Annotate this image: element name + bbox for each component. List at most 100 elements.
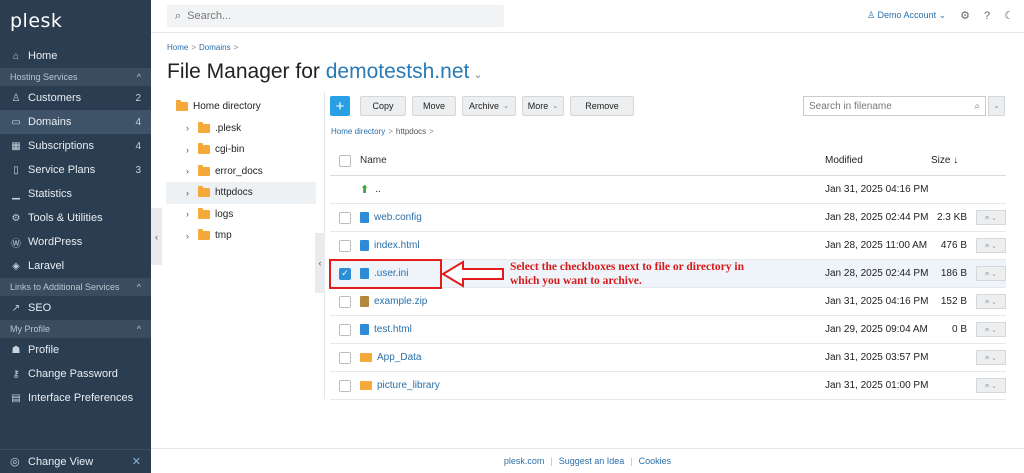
chevron-right-icon[interactable]: › [186, 231, 198, 241]
dark-mode-icon[interactable]: ☾ [1004, 9, 1014, 22]
table-row[interactable]: App_Data Jan 31, 2025 03:57 PM ≡ ⌄ [330, 344, 1006, 372]
row-checkbox[interactable] [339, 211, 351, 224]
tree-item-httpdocs[interactable]: › httpdocs [166, 182, 316, 204]
page-title: File Manager for demotestsh.net ⌄ [167, 60, 483, 83]
select-all-checkbox[interactable] [339, 154, 351, 167]
tree-item-error-docs[interactable]: › error_docs [170, 161, 315, 183]
column-size[interactable]: Size ↓ [931, 155, 967, 166]
tree-item-logs[interactable]: › logs [170, 204, 315, 226]
footer-plesk-link[interactable]: plesk.com [504, 456, 545, 466]
tree-item-plesk[interactable]: › .plesk [170, 118, 315, 140]
close-icon[interactable]: ✕ [132, 455, 141, 468]
plesk-logo[interactable]: plesk [0, 0, 151, 44]
remove-button[interactable]: Remove [570, 96, 634, 116]
folder-icon [198, 143, 210, 155]
profile-icon: ☗ [11, 344, 21, 356]
folder-icon [198, 207, 210, 219]
nav-home[interactable]: ⌂ Home [0, 44, 151, 68]
table-row[interactable]: ⬆.. Jan 31, 2025 04:16 PM [330, 176, 1006, 204]
row-checkbox[interactable] [339, 295, 351, 308]
file-toolbar: + Copy Move Archive ⌄ More ⌄ Remove [330, 96, 634, 116]
folder-icon [198, 121, 210, 133]
copy-button[interactable]: Copy [360, 96, 406, 116]
section-my-profile[interactable]: My Profile ^ [0, 320, 151, 338]
nav-change-password[interactable]: ⚷ Change Password [0, 362, 151, 386]
chevron-right-icon[interactable]: › [186, 209, 198, 219]
filename-search-input[interactable]: Search in filename ⌕ [803, 96, 986, 116]
change-view-bar[interactable]: ◎ Change View ✕ [0, 449, 151, 473]
footer-cookies-link[interactable]: Cookies [639, 456, 672, 466]
chevron-right-icon[interactable]: › [186, 123, 198, 133]
nav-seo[interactable]: ↗ SEO [0, 296, 151, 320]
collapse-tree-handle[interactable]: ‹ [315, 233, 325, 293]
more-button[interactable]: More ⌄ [522, 96, 564, 116]
up-directory-icon: ⬆ [360, 184, 370, 196]
user-icon: ♙ [11, 92, 21, 104]
row-checkbox[interactable] [339, 379, 351, 392]
path-httpdocs[interactable]: httpdocs [396, 127, 426, 136]
tree-item-tmp[interactable]: › tmp [170, 225, 315, 247]
directory-tree: Home directory › .plesk › cgi-bin › error_d… [166, 96, 316, 247]
row-checkbox[interactable] [339, 239, 351, 252]
table-row[interactable]: picture_library Jan 31, 2025 01:00 PM ≡ … [330, 372, 1006, 400]
chevron-right-icon[interactable]: › [186, 145, 198, 155]
chevron-up-icon: ^ [136, 324, 141, 334]
section-links-additional[interactable]: Links to Additional Services ^ [0, 278, 151, 296]
add-new-button[interactable]: + [330, 96, 350, 116]
breadcrumb-domains[interactable]: Domains [199, 43, 231, 52]
nav-statistics[interactable]: ▁ Statistics [0, 182, 151, 206]
row-actions-menu[interactable]: ≡ ⌄ [976, 294, 1006, 309]
nav-customers[interactable]: ♙ Customers 2 [0, 86, 151, 110]
global-search-input[interactable]: ⌕ Search... [167, 5, 504, 27]
row-actions-menu[interactable]: ≡ ⌄ [976, 322, 1006, 337]
breadcrumb-home[interactable]: Home [167, 43, 188, 52]
section-hosting-services[interactable]: Hosting Services ^ [0, 68, 151, 86]
nav-service-plans[interactable]: ▯ Service Plans 3 [0, 158, 151, 182]
column-name[interactable]: Name [360, 155, 825, 166]
table-row[interactable]: test.html Jan 29, 2025 09:04 AM 0 B ≡ ⌄ [330, 316, 1006, 344]
chevron-right-icon[interactable]: › [186, 188, 198, 198]
nav-tools-utilities[interactable]: ⚙ Tools & Utilities [0, 206, 151, 230]
chevron-down-icon: ⌄ [503, 103, 509, 110]
collapse-sidebar-handle[interactable]: ‹ [151, 208, 162, 265]
search-options-dropdown[interactable]: ⌄ [988, 96, 1005, 116]
row-checkbox[interactable] [339, 323, 351, 336]
current-path: Home directory > httpdocs > [331, 127, 434, 136]
row-actions-menu[interactable]: ≡ ⌄ [976, 266, 1006, 281]
footer-suggest-idea-link[interactable]: Suggest an Idea [559, 456, 625, 466]
search-icon: ⌕ [175, 9, 182, 22]
row-actions-menu[interactable]: ≡ ⌄ [976, 238, 1006, 253]
move-button[interactable]: Move [412, 96, 456, 116]
column-modified[interactable]: Modified [825, 155, 931, 166]
table-row[interactable]: example.zip Jan 31, 2025 04:16 PM 152 B … [330, 288, 1006, 316]
chevron-right-icon[interactable]: › [186, 166, 198, 176]
tree-item-home[interactable]: Home directory [170, 96, 315, 118]
chevron-down-icon[interactable]: ⌄ [473, 69, 482, 81]
row-actions-menu[interactable]: ≡ ⌄ [976, 378, 1006, 393]
zip-icon [360, 296, 369, 307]
nav-wordpress[interactable]: Ⓦ WordPress [0, 230, 151, 254]
domain-switcher[interactable]: demotestsh.net [326, 60, 470, 83]
row-checkbox[interactable] [339, 351, 351, 364]
tree-item-cgi-bin[interactable]: › cgi-bin [170, 139, 315, 161]
nav-domains[interactable]: ▭ Domains 4 [0, 110, 151, 134]
row-actions-menu[interactable]: ≡ ⌄ [976, 350, 1006, 365]
search-icon[interactable]: ⌕ [974, 101, 980, 112]
tools-icon: ⚙ [11, 212, 21, 224]
extensions-icon[interactable]: ⚙ [960, 9, 970, 22]
row-actions-menu[interactable]: ≡ ⌄ [976, 210, 1006, 225]
nav-laravel[interactable]: ◈ Laravel [0, 254, 151, 278]
header-actions: ♙ Demo Account ⌄ ⚙ ? ☾ [867, 9, 1014, 23]
path-home[interactable]: Home directory [331, 127, 385, 136]
account-menu[interactable]: ♙ Demo Account ⌄ [867, 10, 946, 21]
help-icon[interactable]: ? [984, 10, 990, 22]
archive-button[interactable]: Archive ⌄ [462, 96, 516, 116]
chevron-up-icon: ^ [136, 72, 141, 82]
table-row[interactable]: index.html Jan 28, 2025 11:00 AM 476 B ≡… [330, 232, 1006, 260]
grid-icon: ▦ [11, 140, 21, 152]
table-row[interactable]: web.config Jan 28, 2025 02:44 PM 2.3 KB … [330, 204, 1006, 232]
nav-profile[interactable]: ☗ Profile [0, 338, 151, 362]
folder-icon [198, 229, 210, 241]
nav-interface-preferences[interactable]: ▤ Interface Preferences [0, 386, 151, 410]
nav-subscriptions[interactable]: ▦ Subscriptions 4 [0, 134, 151, 158]
